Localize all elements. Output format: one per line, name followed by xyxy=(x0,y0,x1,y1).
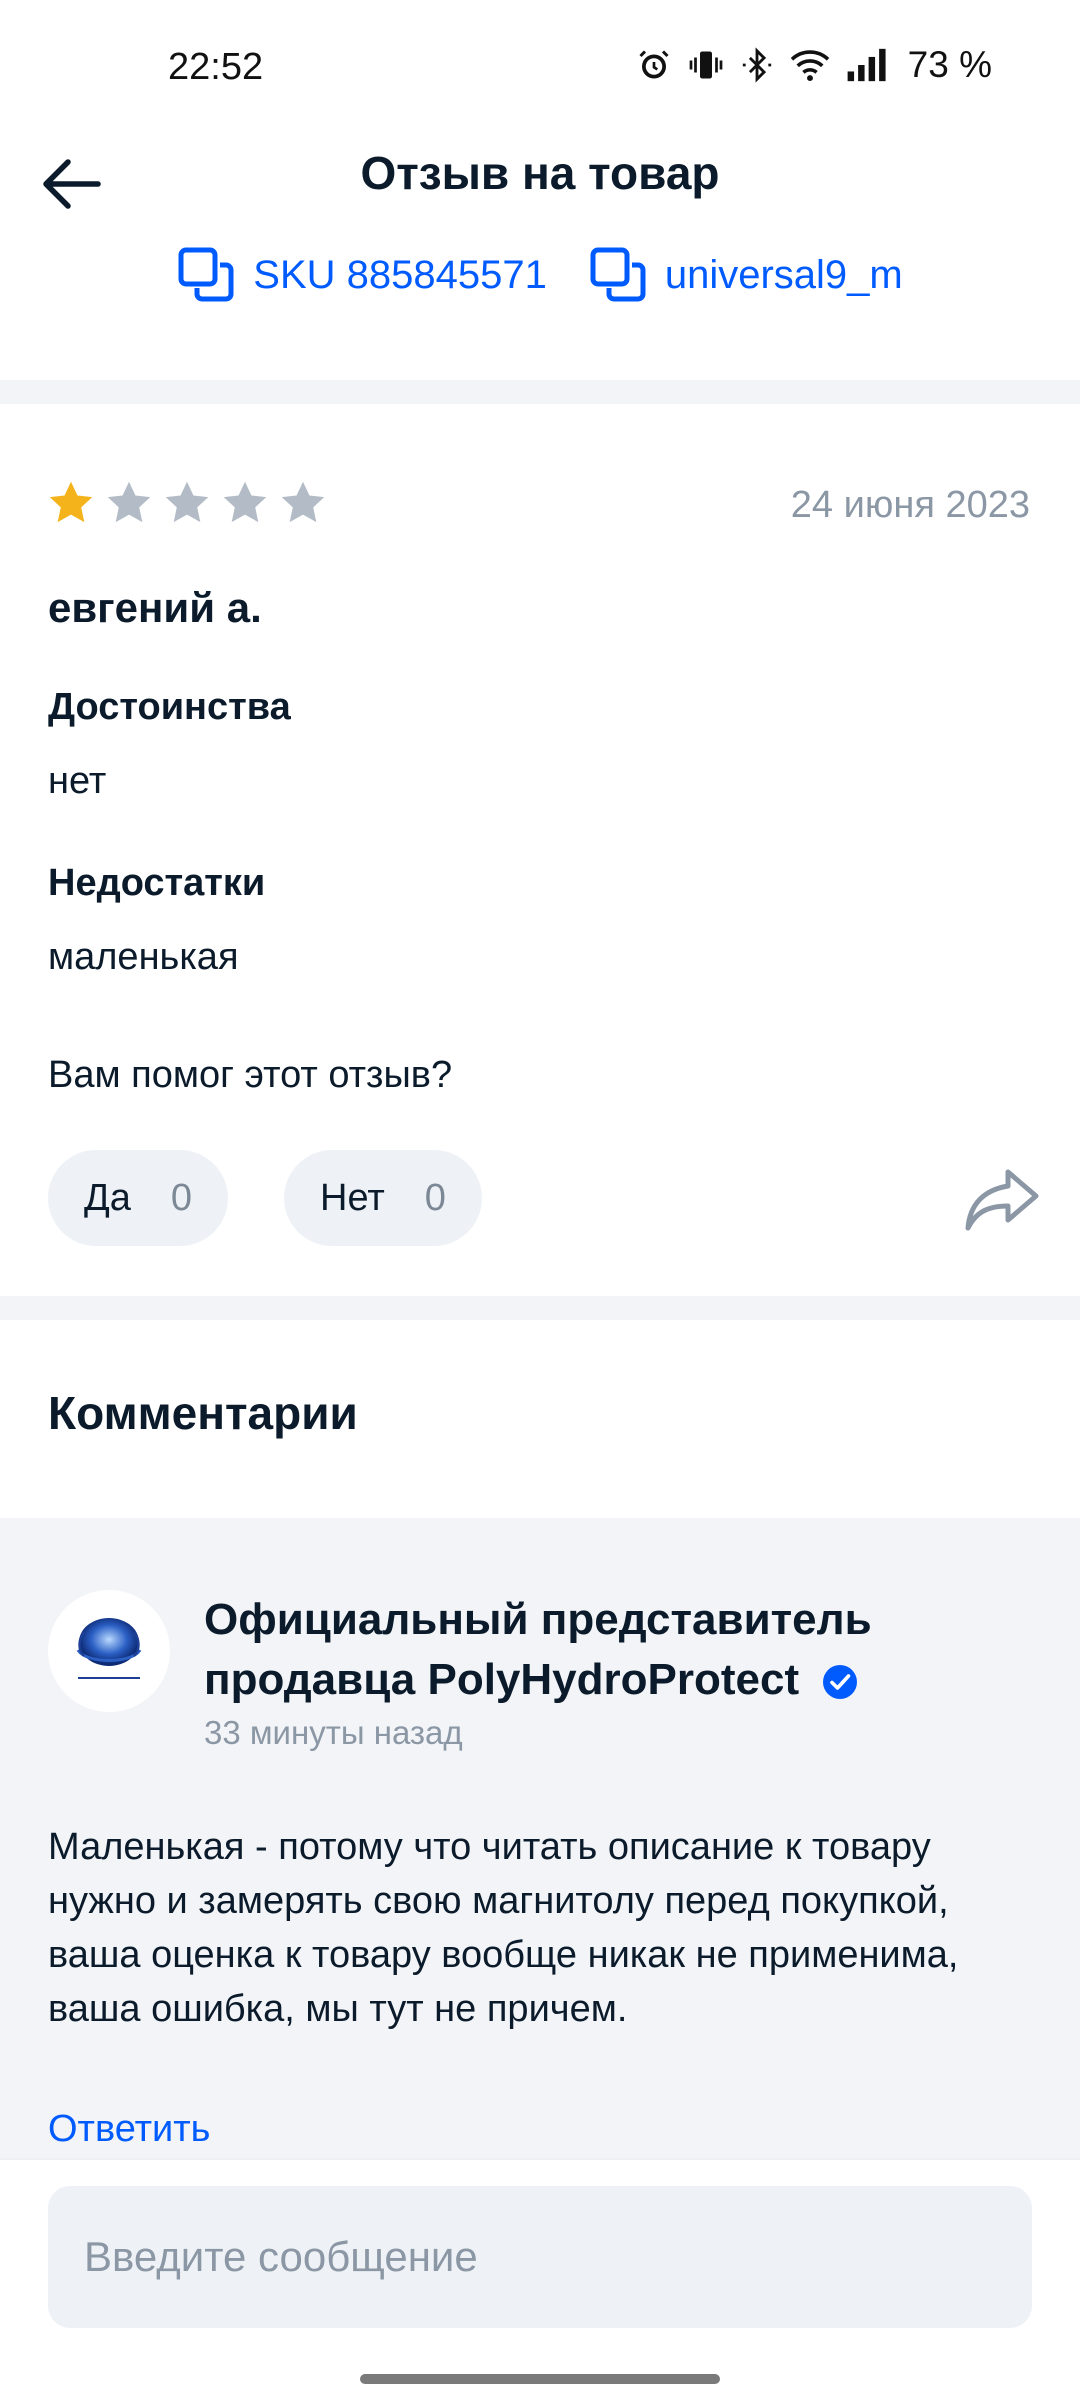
section-divider xyxy=(0,1296,1080,1320)
comment-author: Официальный представитель продавца PolyH… xyxy=(204,1590,1024,1710)
page-title: Отзыв на товар xyxy=(360,147,720,199)
helpful-question: Вам помог этот отзыв? xyxy=(48,1054,453,1096)
star-empty-icon xyxy=(223,481,267,523)
rating-stars xyxy=(46,478,328,528)
message-input[interactable] xyxy=(48,2186,1032,2328)
vote-no-label: Нет xyxy=(320,1176,385,1219)
section-divider xyxy=(0,380,1080,404)
seller-logo-icon xyxy=(48,1590,170,1712)
vote-no-count: 0 xyxy=(424,1176,446,1219)
comment-author-line1: Официальный представитель xyxy=(204,1595,872,1644)
share-button[interactable] xyxy=(962,1164,1042,1234)
sku-label: SKU 885845571 xyxy=(253,252,547,297)
copy-sku-button[interactable]: SKU 885845571 xyxy=(177,240,547,310)
star-empty-icon xyxy=(165,481,209,523)
signal-icon xyxy=(847,48,886,82)
star-filled-icon xyxy=(49,481,93,523)
pros-text: нет xyxy=(48,760,107,802)
seller-label: universal9_m xyxy=(664,252,903,297)
vote-yes-label: Да xyxy=(84,1176,131,1219)
status-time: 22:52 xyxy=(168,46,264,88)
star-empty-icon xyxy=(107,481,151,523)
review-date: 24 июня 2023 xyxy=(790,484,1030,526)
status-icons: 73 % xyxy=(636,44,992,86)
header: Отзыв на товар xyxy=(0,140,1080,236)
home-indicator[interactable] xyxy=(360,2374,720,2384)
comment-item: Официальный представитель продавца PolyH… xyxy=(0,1518,1080,2158)
copy-icon xyxy=(178,247,234,302)
vote-yes-button[interactable]: Да 0 xyxy=(48,1150,229,1246)
vibrate-icon xyxy=(689,51,723,79)
copy-icon xyxy=(590,247,646,302)
reply-button[interactable]: Ответить xyxy=(48,2108,210,2151)
product-identifiers: SKU 885845571 universal9_m xyxy=(0,240,1080,310)
status-bar: 22:52 73 % xyxy=(0,0,1080,140)
cons-text: маленькая xyxy=(48,936,239,978)
comment-time: 33 минуты назад xyxy=(204,1714,463,1751)
copy-seller-button[interactable]: universal9_m xyxy=(589,240,903,310)
verified-badge-icon xyxy=(823,1665,858,1700)
alarm-icon xyxy=(639,50,669,79)
vote-no-button[interactable]: Нет 0 xyxy=(284,1150,482,1246)
star-empty-icon xyxy=(281,481,325,523)
battery-level: 73 % xyxy=(907,44,992,85)
vote-yes-count: 0 xyxy=(170,1176,193,1219)
message-composer xyxy=(0,2158,1080,2400)
seller-avatar xyxy=(48,1590,170,1712)
pros-title: Достоинства xyxy=(48,686,291,728)
wifi-icon xyxy=(790,50,829,82)
bluetooth-icon xyxy=(742,47,771,83)
comment-text: Маленькая - потому что читать описание к… xyxy=(48,1826,959,2030)
comment-author-line2: продавца PolyHydroProtect xyxy=(204,1655,800,1704)
review-author: евгений а. xyxy=(48,584,262,631)
comments-title: Комментарии xyxy=(48,1387,358,1439)
cons-title: Недостатки xyxy=(48,862,266,904)
share-icon xyxy=(965,1169,1039,1231)
